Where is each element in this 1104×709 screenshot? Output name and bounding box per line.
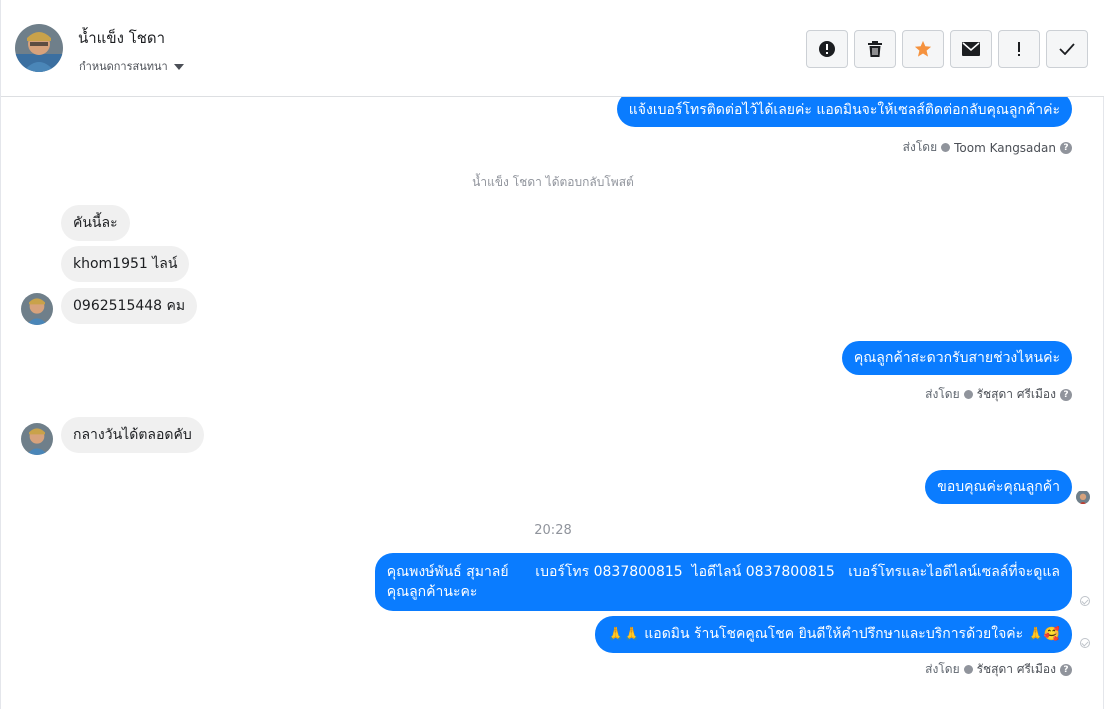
star-icon <box>914 40 932 57</box>
agent-name[interactable]: รัชสุดา ศรีเมือง <box>977 660 1056 679</box>
pray-smile-emoji: 🙏🥰 <box>1027 627 1060 642</box>
sent-by-line: ส่งโดย รัชสุดา ศรีเมือง ? <box>925 660 1072 679</box>
star-button[interactable] <box>902 30 944 68</box>
verified-icon <box>963 390 973 399</box>
mark-unread-button[interactable] <box>950 30 992 68</box>
message-list[interactable]: แจ้งเบอร์โทรติดต่อไว้ได้เลยค่ะ แอดมินจะใ… <box>1 97 1104 709</box>
outgoing-message: แจ้งเบอร์โทรติดต่อไว้ได้เลยค่ะ แอดมินจะใ… <box>616 97 1072 127</box>
agent-name[interactable]: รัชสุดา ศรีเมือง <box>977 385 1056 404</box>
conversation-settings-dropdown[interactable]: กำหนดการสนทนา <box>79 57 184 75</box>
checkmark-icon <box>1059 43 1075 55</box>
delivered-check-icon <box>1080 596 1090 606</box>
envelope-icon <box>962 42 980 56</box>
incoming-message: คันนี้ละ <box>61 205 130 241</box>
pray-emoji: 🙏🙏 <box>607 627 640 642</box>
contact-avatar[interactable] <box>15 24 63 72</box>
report-spam-button[interactable] <box>806 30 848 68</box>
post-reply-note: น้ำแข็ง โชดา ได้ตอบกลับโพสต์ <box>472 175 634 189</box>
incoming-message: 0962515448 คม <box>61 288 198 324</box>
conversation-settings-label: กำหนดการสนทนา <box>79 60 168 73</box>
outgoing-message: คุณพงษ์พันธ์ สุมาลย์ เบอร์โทร 0837800815… <box>374 553 1072 611</box>
message-line: คุณลูกค้านะคะ <box>386 584 478 600</box>
help-icon[interactable]: ? <box>1060 388 1072 401</box>
outgoing-message: 🙏🙏 แอดมิน ร้านโชคคูณโชค ยินดีให้คำปรึกษา… <box>595 616 1072 653</box>
contact-avatar-small <box>21 293 53 325</box>
outgoing-message: ขอบคุณค่ะคุณลูกค้า <box>925 470 1072 504</box>
contact-name: น้ำแข็ง โชดา <box>78 29 166 47</box>
timestamp-divider: 20:28 <box>534 523 572 538</box>
trash-icon <box>868 41 882 57</box>
sent-by-line: ส่งโดย รัชสุดา ศรีเมือง ? <box>925 385 1072 404</box>
inbox-conversation: น้ำแข็ง โชดา กำหนดการสนทนา แจ้งเบอร์โทรต… <box>0 0 1104 709</box>
verified-icon <box>963 665 973 674</box>
outgoing-message: คุณลูกค้าสะดวกรับสายช่วงไหนค่ะ <box>841 341 1072 375</box>
message-text: แอดมิน ร้านโชคคูณโชค ยินดีให้คำปรึกษาและ… <box>644 626 1024 642</box>
help-icon[interactable]: ? <box>1060 663 1072 676</box>
verified-icon <box>941 143 951 152</box>
help-icon[interactable]: ? <box>1060 141 1072 154</box>
sent-by-label: ส่งโดย <box>925 662 960 676</box>
caret-down-icon <box>173 63 184 70</box>
conversation-header: น้ำแข็ง โชดา กำหนดการสนทนา <box>1 0 1104 97</box>
delete-button[interactable] <box>854 30 896 68</box>
incoming-message: khom1951 ไลน์ <box>61 246 190 282</box>
incoming-message: กลางวันได้ตลอดคับ <box>61 417 204 453</box>
sent-by-line: ส่งโดย Toom Kangsadan ? <box>903 138 1072 157</box>
agent-name[interactable]: Toom Kangsadan <box>954 141 1056 155</box>
sent-by-label: ส่งโดย <box>902 140 938 154</box>
mark-done-button[interactable] <box>1046 30 1088 68</box>
mark-important-button[interactable] <box>998 30 1040 68</box>
contact-avatar-small <box>21 423 53 455</box>
sent-by-label: ส่งโดย <box>925 387 960 401</box>
exclamation-icon <box>1018 42 1020 56</box>
seen-avatar <box>1076 490 1090 504</box>
alert-circle-icon <box>819 41 835 57</box>
message-line: คุณพงษ์พันธ์ สุมาลย์ เบอร์โทร 0837800815… <box>386 564 1060 580</box>
delivered-check-icon <box>1080 638 1090 648</box>
